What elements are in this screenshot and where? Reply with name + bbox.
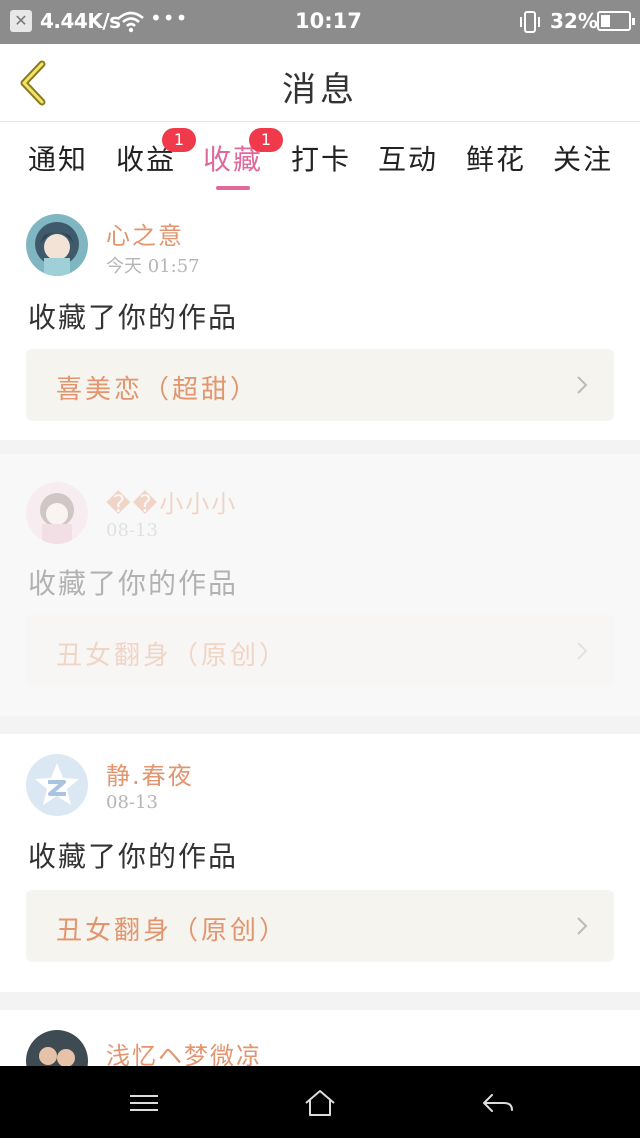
network-speed: 4.44K/s (40, 9, 121, 33)
home-icon[interactable] (300, 1086, 340, 1120)
avatar[interactable] (26, 754, 88, 816)
tab-following[interactable]: 关注 (543, 134, 623, 194)
notification-close-icon: ✕ (10, 10, 32, 32)
username[interactable]: 静.春夜 (106, 756, 194, 791)
tab-earnings[interactable]: 收益 1 (106, 128, 196, 194)
anime-girl-avatar (26, 214, 88, 276)
tab-checkin[interactable]: 打卡 (281, 134, 361, 194)
work-title: 丑女翻身（原创） (56, 641, 289, 671)
list-item[interactable]: 心之意 今天 01:57 收藏了你的作品 喜美恋（超甜） (0, 196, 640, 440)
tab-interaction[interactable]: 互动 (368, 134, 448, 194)
divider (0, 992, 640, 1010)
tab-notifications[interactable]: 通知 (18, 134, 98, 194)
tab-bar: 通知 收益 1 收藏 1 打卡 互动 鲜花 关注 (0, 122, 640, 196)
timestamp: 08-13 (106, 792, 158, 813)
tab-label: 鲜花 (465, 143, 526, 176)
divider (0, 440, 640, 454)
back-arrow-icon[interactable] (478, 1086, 518, 1120)
system-nav-bar (0, 1066, 640, 1138)
chevron-right-icon (577, 642, 588, 660)
menu-icon[interactable] (124, 1086, 164, 1120)
status-bar: ✕ 4.44K/s ••• 10:17 32% (0, 0, 640, 44)
tab-flowers[interactable]: 鲜花 (456, 134, 536, 194)
work-title: 丑女翻身（原创） (56, 916, 289, 946)
action-text: 收藏了你的作品 (28, 567, 239, 600)
unread-badge: 1 (162, 128, 196, 152)
work-link[interactable]: 丑女翻身（原创） (26, 615, 614, 687)
battery-icon (597, 11, 635, 31)
timestamp: 08-13 (106, 520, 158, 541)
username[interactable]: 心之意 (106, 216, 184, 251)
active-tab-indicator (216, 186, 250, 190)
message-list: 心之意 今天 01:57 收藏了你的作品 喜美恋（超甜） ��小小小 08-13… (0, 196, 640, 1130)
avatar[interactable] (26, 214, 88, 276)
unread-badge: 1 (249, 128, 283, 152)
work-title: 喜美恋（超甜） (56, 375, 260, 405)
work-link[interactable]: 喜美恋（超甜） (26, 349, 614, 421)
username[interactable]: ��小小小 (106, 484, 237, 519)
tab-label: 互动 (377, 143, 438, 176)
action-text: 收藏了你的作品 (28, 301, 239, 334)
page-title: 消息 (282, 70, 358, 110)
qzone-star-avatar (26, 754, 88, 816)
divider (0, 716, 640, 734)
chevron-right-icon (577, 917, 588, 935)
tab-favorites[interactable]: 收藏 1 (193, 128, 283, 194)
wifi-icon (118, 11, 144, 33)
timestamp: 今天 01:57 (106, 256, 200, 277)
tab-label: 关注 (552, 143, 613, 176)
vibrate-icon (520, 11, 540, 33)
anime-girl-pink-avatar (26, 482, 88, 544)
more-notifications-icon: ••• (150, 6, 189, 30)
action-text: 收藏了你的作品 (28, 840, 239, 873)
avatar[interactable] (26, 482, 88, 544)
tab-label: 打卡 (290, 143, 351, 176)
list-item[interactable]: 静.春夜 08-13 收藏了你的作品 丑女翻身（原创） (0, 734, 640, 992)
battery-percent: 32% (550, 9, 598, 33)
screen: ✕ 4.44K/s ••• 10:17 32% 消息 通知 收益 1 收藏 1 … (0, 0, 640, 1138)
tab-label: 通知 (27, 143, 88, 176)
header: 消息 (0, 44, 640, 122)
list-item[interactable]: ��小小小 08-13 收藏了你的作品 丑女翻身（原创） (0, 454, 640, 716)
chevron-right-icon (577, 376, 588, 394)
work-link[interactable]: 丑女翻身（原创） (26, 890, 614, 962)
clock: 10:17 (295, 9, 362, 33)
